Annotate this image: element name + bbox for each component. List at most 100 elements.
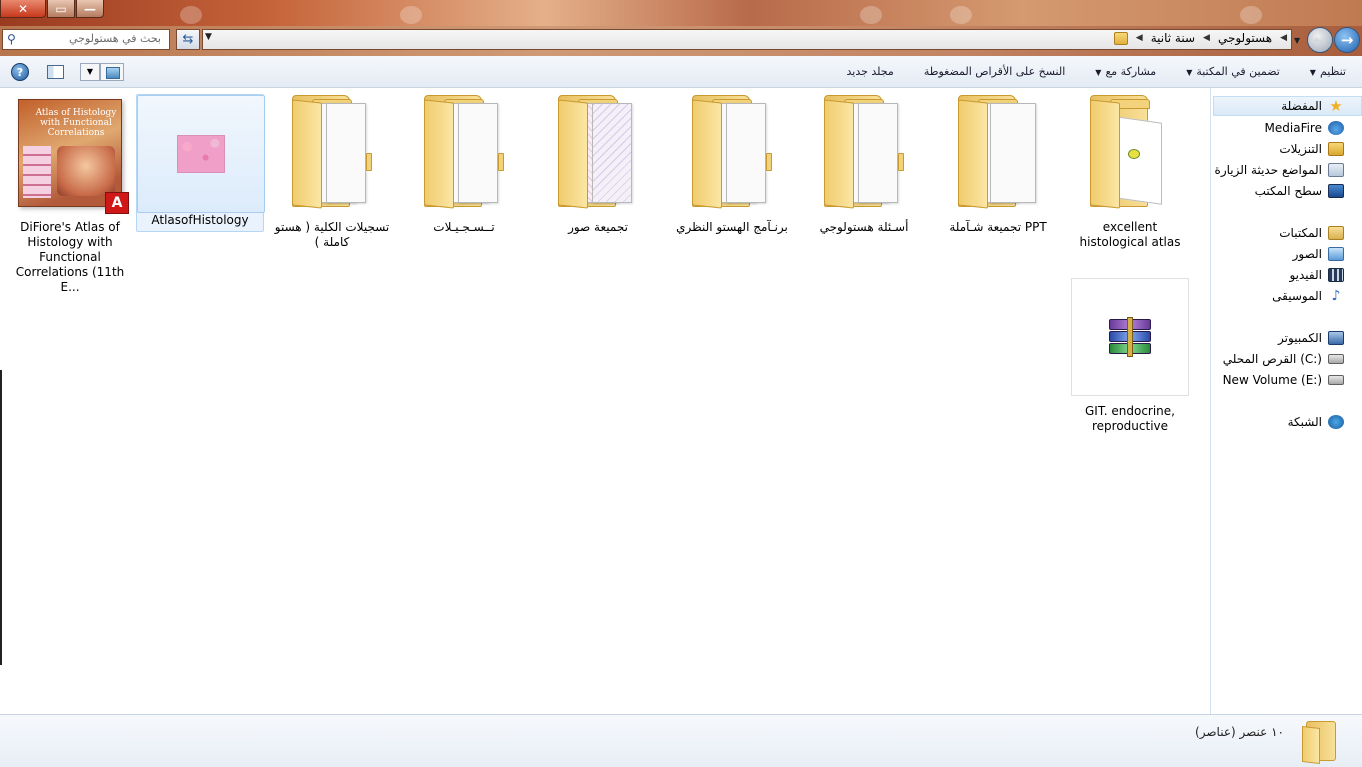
folder-icon xyxy=(1302,721,1338,764)
refresh-icon: ⇆ xyxy=(182,32,194,47)
chevron-down-icon: ▼ xyxy=(1309,68,1316,77)
nav-label: MediaFire xyxy=(1264,121,1322,135)
help-icon[interactable]: ? xyxy=(11,63,29,81)
item-label: تجميعة صور xyxy=(568,220,628,234)
back-button[interactable]: → xyxy=(1334,27,1360,53)
nav-label: الكمبيوتر xyxy=(1278,331,1322,345)
close-icon: ✕ xyxy=(17,1,29,16)
nav-favorites[interactable]: ★ المفضلة xyxy=(1213,96,1362,116)
star-icon: ★ xyxy=(1329,97,1343,115)
title-bar: ✕ ▭ — xyxy=(0,0,1362,26)
nav-label: المواضع حديثة الزيارة xyxy=(1214,163,1322,177)
disk-icon xyxy=(1328,354,1344,364)
divider xyxy=(0,370,2,665)
folder-item[interactable]: تــسـجـيـلات xyxy=(400,94,528,235)
file-item-pdf[interactable]: Atlas of Histology with Functional Corre… xyxy=(6,94,134,295)
search-input[interactable]: بحث في هستولوجي xyxy=(69,32,161,45)
wallpaper-deco xyxy=(400,6,422,24)
chevron-left-icon[interactable]: ◀ xyxy=(1136,33,1143,43)
breadcrumb: ◀ سنة ثانية ◀ هستولوجي ◀ xyxy=(1113,31,1287,45)
nav-videos[interactable]: الفيديو xyxy=(1289,265,1344,285)
folder-icon xyxy=(800,94,928,212)
desktop-icon xyxy=(1328,184,1344,198)
breadcrumb-item[interactable]: هستولوجي xyxy=(1218,31,1272,45)
nav-recent-places[interactable]: المواضع حديثة الزيارة xyxy=(1215,160,1344,180)
pictures-icon xyxy=(1328,247,1344,261)
music-icon: ♪ xyxy=(1331,288,1341,304)
disk-icon xyxy=(1328,375,1344,385)
organize-button[interactable]: تنظيم▼ xyxy=(1310,65,1346,78)
folder-icon xyxy=(934,94,1062,212)
address-bar[interactable]: ▼ ◀ سنة ثانية ◀ هستولوجي ◀ xyxy=(202,29,1292,50)
nav-mediafire[interactable]: MediaFire xyxy=(1265,118,1344,138)
wallpaper-deco xyxy=(860,6,882,24)
downloads-icon xyxy=(1328,142,1344,156)
nav-label: القرص المحلي (C:) xyxy=(1222,352,1322,366)
include-in-library-button[interactable]: تضمين في المكتبة▼ xyxy=(1186,65,1280,78)
folder-item[interactable]: أسـئلة هستولوجي xyxy=(800,94,928,235)
folder-icon xyxy=(268,94,396,212)
maximize-button[interactable]: ▭ xyxy=(47,0,75,18)
nav-label: الصور xyxy=(1292,247,1322,261)
search-icon[interactable]: ⚲ xyxy=(7,32,16,46)
view-dropdown-button[interactable]: ▼ xyxy=(80,63,100,81)
folder-icon xyxy=(400,94,528,212)
nav-music[interactable]: ♪ الموسيقى xyxy=(1272,286,1344,306)
wallpaper-deco xyxy=(1240,6,1262,24)
folder-item[interactable]: تسجيلات الكلية ( هستو كاملة ) xyxy=(268,94,396,250)
nav-desktop[interactable]: سطح المكتب xyxy=(1255,181,1344,201)
preview-pane-icon[interactable] xyxy=(47,65,64,79)
minimize-button[interactable]: — xyxy=(76,0,104,18)
pdf-thumbnail: Atlas of Histology with Functional Corre… xyxy=(6,94,134,214)
folder-item[interactable]: برنـآمج الهستو النظري xyxy=(668,94,796,235)
change-view-icon[interactable] xyxy=(100,63,124,81)
nav-network[interactable]: الشبكة xyxy=(1288,412,1344,432)
share-with-button[interactable]: مشاركة مع▼ xyxy=(1095,65,1156,78)
burn-button[interactable]: النسخ على الأقراص المضغوطة xyxy=(924,65,1065,78)
cover-decoration xyxy=(57,146,115,196)
refresh-button[interactable]: ⇆ xyxy=(176,29,200,50)
search-box[interactable]: ⚲ بحث في هستولوجي xyxy=(2,29,170,50)
nav-new-volume[interactable]: New Volume (E:) xyxy=(1223,370,1344,390)
item-label: GIT. endocrine, reproductive xyxy=(1085,404,1175,433)
item-label: أسـئلة هستولوجي xyxy=(819,220,909,234)
folder-item[interactable]: excellent histological atlas xyxy=(1066,94,1194,250)
image-icon xyxy=(177,135,225,173)
pdf-icon: A xyxy=(105,192,129,214)
file-item-archive[interactable]: GIT. endocrine, reproductive xyxy=(1066,278,1194,434)
chevron-left-icon[interactable]: ◀ xyxy=(1280,33,1287,43)
nav-computer[interactable]: الكمبيوتر xyxy=(1278,328,1344,348)
nav-local-disk[interactable]: القرص المحلي (C:) xyxy=(1223,349,1344,369)
include-label: تضمين في المكتبة xyxy=(1196,65,1280,78)
item-label: تسجيلات الكلية ( هستو كاملة ) xyxy=(274,220,390,249)
wallpaper-deco xyxy=(180,6,202,24)
folder-icon xyxy=(534,94,662,212)
nav-pictures[interactable]: الصور xyxy=(1293,244,1344,264)
folder-item[interactable]: تجميعة شـآملة PPT xyxy=(934,94,1062,235)
winrar-icon xyxy=(1107,317,1153,357)
history-dropdown-icon[interactable]: ▼ xyxy=(1294,36,1300,45)
nav-libraries[interactable]: المكتبات xyxy=(1279,223,1344,243)
book-cover: Atlas of Histology with Functional Corre… xyxy=(18,99,129,214)
arrow-left-icon: ← xyxy=(1313,31,1327,49)
file-item-image[interactable]: AtlasofHistology xyxy=(136,94,265,232)
address-dropdown-icon[interactable]: ▼ xyxy=(205,32,212,42)
nav-downloads[interactable]: التنزيلات xyxy=(1279,139,1344,159)
nav-label: سطح المكتب xyxy=(1254,184,1322,198)
chevron-left-icon[interactable]: ◀ xyxy=(1203,33,1210,43)
share-label: مشاركة مع xyxy=(1105,65,1157,78)
command-bar: ? ▼ تنظيم▼ تضمين في المكتبة▼ مشاركة مع▼ … xyxy=(0,56,1362,88)
minimize-icon: — xyxy=(84,1,96,16)
libraries-icon xyxy=(1328,226,1344,240)
new-folder-button[interactable]: مجلد جديد xyxy=(846,65,893,78)
wallpaper-deco xyxy=(950,6,972,24)
navigation-pane: ★ المفضلة MediaFire التنزيلات المواضع حدي… xyxy=(1210,88,1362,714)
status-bar: ١٠ عنصر (عناصر) xyxy=(0,714,1362,767)
file-list[interactable]: Atlas of Histology with Functional Corre… xyxy=(0,88,1210,714)
item-label: excellent histological atlas xyxy=(1079,220,1181,249)
forward-button[interactable]: ← xyxy=(1307,27,1333,53)
breadcrumb-item[interactable]: سنة ثانية xyxy=(1151,31,1195,45)
close-button[interactable]: ✕ xyxy=(0,0,46,18)
folder-item[interactable]: تجميعة صور xyxy=(534,94,662,235)
chevron-down-icon: ▼ xyxy=(1095,68,1102,77)
